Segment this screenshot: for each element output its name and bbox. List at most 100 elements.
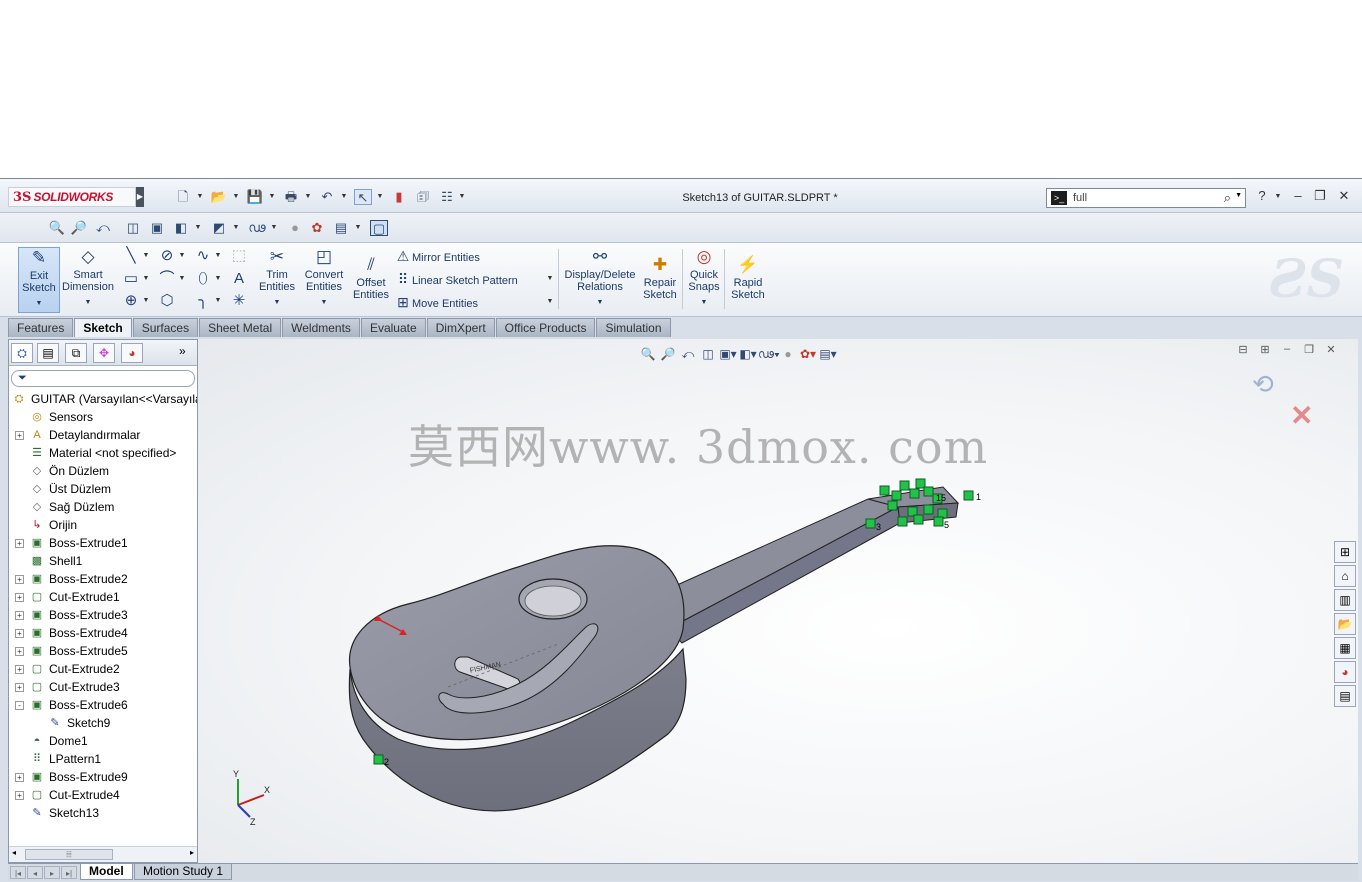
fillet-dropdown-icon[interactable]: ▼ [214,291,222,311]
select-arrow-icon[interactable]: ↖ [354,189,372,205]
display-style-icon[interactable]: ◧ [172,220,190,236]
scroll-thumb[interactable]: ⦙⦙⦙ [25,849,113,860]
arc-icon[interactable]: ⌒ [158,269,176,289]
tree-item[interactable]: + A Detaylandırmalar [9,426,197,444]
configuration-manager-tab-icon[interactable]: ⧉ [65,343,87,363]
tab-weldments[interactable]: Weldments [282,318,360,337]
hide-show-dropdown-icon[interactable]: ▼ [232,220,240,236]
property-manager-tab-icon[interactable]: ▤ [37,343,59,363]
help-dropdown-icon[interactable]: ▼ [1274,189,1282,205]
solidworks-logo[interactable]: 3S SOLIDWORKS [8,187,136,207]
help-icon[interactable]: ? [1254,188,1270,204]
tree-expander-icon[interactable]: + [15,647,24,656]
quick-snaps-button[interactable]: ◎ Quick Snaps ▼ [686,247,722,313]
arc-dropdown-icon[interactable]: ▼ [178,269,186,289]
tab-motion-study-1[interactable]: Motion Study 1 [134,864,233,880]
appearance-dropdown-icon[interactable]: ▼ [270,220,278,236]
tree-expander-icon[interactable]: + [15,773,24,782]
open-dropdown-icon[interactable]: ▼ [232,189,240,205]
custom-properties-icon[interactable]: ▤ [1334,685,1356,707]
tree-expander-icon[interactable]: + [15,539,24,548]
feature-manager-tab-icon[interactable]: ⛭ [11,343,33,363]
tree-item[interactable]: - ▣ Boss-Extrude6 [9,696,197,714]
solidworks-resources-icon[interactable]: ⊞ [1334,541,1356,563]
tree-item[interactable]: ◇ Sağ Düzlem [9,498,197,516]
tree-item[interactable]: ↳ Orijin [9,516,197,534]
tab-evaluate[interactable]: Evaluate [360,318,426,337]
zoom-area-icon[interactable]: 🔎 [70,220,88,236]
tree-item[interactable]: + ▣ Boss-Extrude5 [9,642,197,660]
rectangle-dropdown-icon[interactable]: ▼ [142,269,150,289]
edit-appearance-icon[interactable]: ഢ [248,220,266,236]
undo-dropdown-icon[interactable]: ▼ [340,189,348,205]
prev-tab-icon[interactable]: ◂ [27,866,43,879]
home-icon[interactable]: ⌂ [1334,565,1356,587]
print-dropdown-icon[interactable]: ▼ [304,189,312,205]
appearances-icon[interactable]: ◕ [1334,661,1356,683]
move-dropdown-icon[interactable]: ▼ [546,292,554,312]
repair-sketch-button[interactable]: ✚ Repair Sketch [640,255,680,321]
tree-expander-icon[interactable]: + [15,665,24,674]
tree-item[interactable]: ◓ Dome1 [9,732,197,750]
view-orientation-icon[interactable]: ▣ [148,220,166,236]
realview-dropdown-icon[interactable]: ▼ [354,220,362,236]
design-library-icon[interactable]: ▥ [1334,589,1356,611]
file-properties-icon[interactable]: 🗊 [414,189,432,205]
tab-surfaces[interactable]: Surfaces [132,318,199,337]
fillet-icon[interactable]: ╮ [194,291,212,311]
more-tabs-chevron-icon[interactable]: » [179,344,186,358]
rapid-sketch-button[interactable]: ⚡ Rapid Sketch [728,255,768,321]
tree-horizontal-scrollbar[interactable]: ◂ ⦙⦙⦙ ▸ [9,846,197,862]
apply-scene-icon[interactable]: ● [286,220,304,236]
minimize-icon[interactable]: – [1290,188,1306,204]
last-tab-icon[interactable]: ▸| [61,866,77,879]
rebuild-traffic-light-icon[interactable]: ▮ [390,189,408,205]
save-icon[interactable]: 💾 [246,189,264,205]
guitar-body[interactable]: FISHMAN [348,545,687,812]
section-view-icon[interactable]: ◫ [124,220,142,236]
tree-expander-icon[interactable]: + [15,431,24,440]
dimxpert-manager-tab-icon[interactable]: ✥ [93,343,115,363]
move-entities-button[interactable]: ⊞ Move Entities [394,292,478,312]
tree-item[interactable]: ✎ Sketch13 [9,804,197,822]
previous-view-icon[interactable]: ⤺ [94,220,112,236]
search-box[interactable]: >_ ⌕ ▼ [1046,188,1246,208]
first-tab-icon[interactable]: |◂ [10,866,26,879]
realview-icon[interactable]: ▤ [332,220,350,236]
display-delete-relations-button[interactable]: ⚯ Display/Delete Relations ▼ [562,247,638,313]
ellipse-dropdown-icon[interactable]: ▼ [214,269,222,289]
view-palette-icon[interactable]: ▦ [1334,637,1356,659]
ellipse-icon[interactable]: ⬯ [194,269,212,289]
new-document-icon[interactable]: 🗋 [174,189,192,205]
tree-expander-icon[interactable]: + [15,683,24,692]
tree-item[interactable]: + ▢ Cut-Extrude3 [9,678,197,696]
tree-item[interactable]: ✎ Sketch9 [9,714,197,732]
undo-icon[interactable]: ↶ [318,189,336,205]
tree-expander-icon[interactable]: + [15,791,24,800]
tree-item[interactable]: + ▣ Boss-Extrude4 [9,624,197,642]
tab-features[interactable]: Features [8,318,74,337]
next-tab-icon[interactable]: ▸ [44,866,60,879]
save-dropdown-icon[interactable]: ▼ [268,189,276,205]
smart-dimension-button[interactable]: ◇ Smart Dimension ▼ [62,247,114,313]
close-icon[interactable]: ✕ [1336,188,1352,204]
construction-geometry-icon[interactable]: ⬚ [230,246,248,266]
spline-dropdown-icon[interactable]: ▼ [214,246,222,266]
tree-filter-input[interactable]: ⏷ [11,370,195,387]
search-input[interactable] [1073,192,1213,204]
hide-show-items-icon[interactable]: ◩ [210,220,228,236]
tree-expander-icon[interactable]: + [15,593,24,602]
tree-item[interactable]: ◇ Ön Düzlem [9,462,197,480]
scroll-left-icon[interactable]: ◂ [12,848,16,857]
restore-icon[interactable]: ❐ [1312,188,1328,204]
tree-expander-icon[interactable]: + [15,575,24,584]
menu-flyout-arrow-icon[interactable]: ▶ [136,187,144,207]
options-dropdown-icon[interactable]: ▼ [458,189,466,205]
pattern-dropdown-icon[interactable]: ▼ [546,269,554,289]
tree-item[interactable]: ◇ Üst Düzlem [9,480,197,498]
slot-icon[interactable]: ⊕ [122,291,140,311]
options-icon[interactable]: ☷ [438,189,456,205]
tab-sketch[interactable]: Sketch [74,318,132,337]
tab-sheet-metal[interactable]: Sheet Metal [199,318,282,337]
exit-sketch-button[interactable]: ✎ Exit Sketch ▼ [18,247,60,313]
